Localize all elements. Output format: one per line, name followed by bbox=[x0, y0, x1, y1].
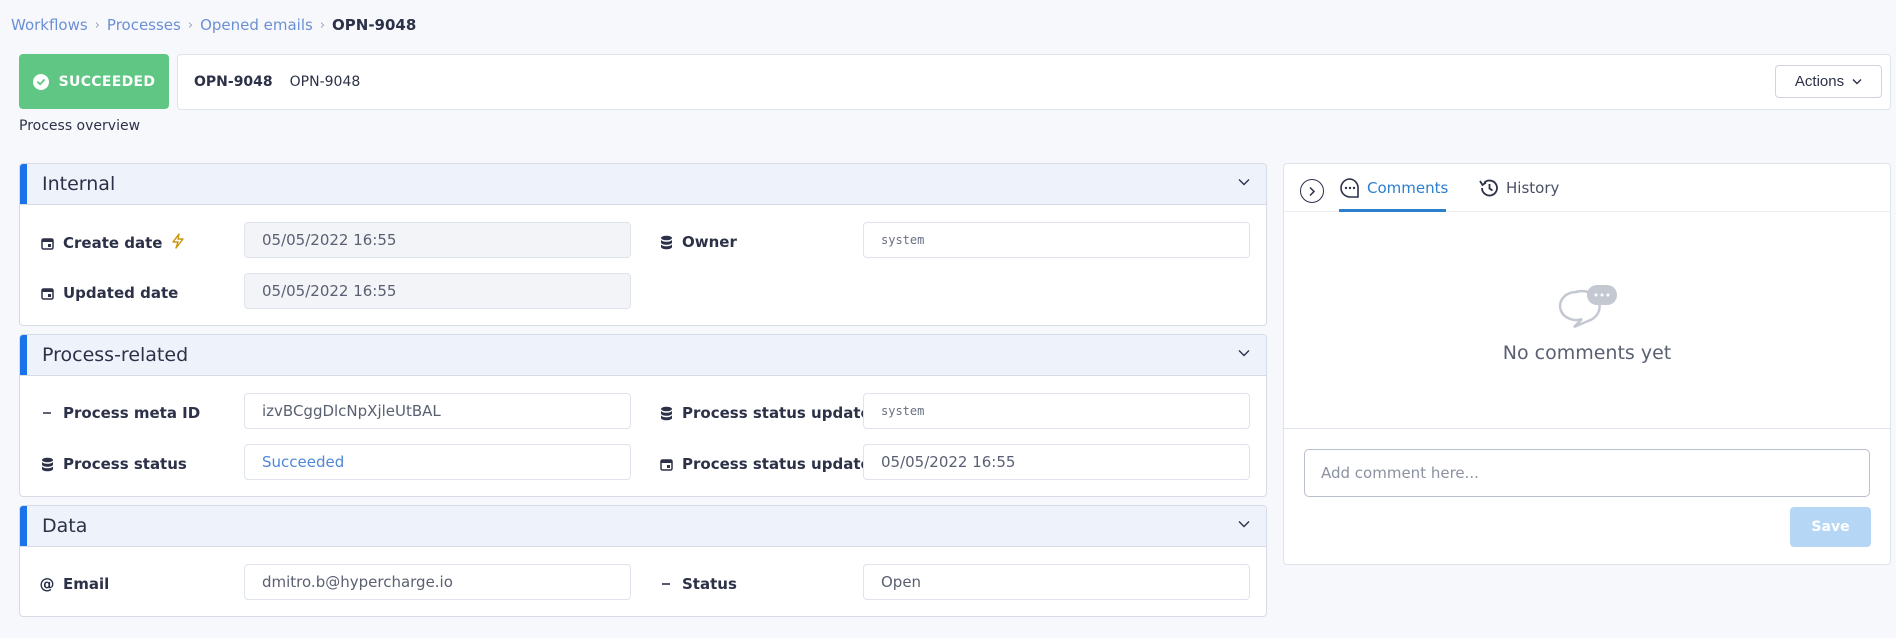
process-status-updated-at-label: Process status update... bbox=[659, 455, 888, 473]
updated-date-label-text: Updated date bbox=[63, 284, 179, 302]
section-title: Data bbox=[42, 515, 88, 537]
updated-date-field: 05/05/2022 16:55 bbox=[244, 273, 631, 309]
data-status-field[interactable]: Open bbox=[863, 564, 1250, 600]
section-process-related-header[interactable]: Process-related bbox=[20, 335, 1266, 376]
calendar-icon bbox=[40, 236, 54, 250]
breadcrumb-separator: › bbox=[187, 17, 194, 33]
process-status-field[interactable]: Succeeded bbox=[244, 444, 631, 480]
empty-comments-text: No comments yet bbox=[1502, 342, 1672, 364]
section-data: Data @ Email dmitro.b@hypercharge.io Sta… bbox=[19, 505, 1267, 617]
tab-history[interactable]: History bbox=[1478, 177, 1559, 199]
process-id: OPN-9048 bbox=[194, 74, 273, 90]
process-meta-id-field[interactable]: izvBCggDlcNpXjleUtBAL bbox=[244, 393, 631, 429]
breadcrumb-workflows[interactable]: Workflows bbox=[11, 16, 88, 34]
create-date-label: Create date bbox=[40, 233, 185, 253]
process-status-updated-at-label-text: Process status update... bbox=[682, 455, 888, 473]
breadcrumb: Workflows › Processes › Opened emails › … bbox=[11, 16, 416, 34]
tab-comments[interactable]: Comments bbox=[1339, 177, 1448, 199]
data-status-label-text: Status bbox=[682, 575, 737, 593]
chevron-down-icon[interactable] bbox=[1238, 349, 1250, 357]
owner-label-text: Owner bbox=[682, 233, 737, 251]
section-process-related: Process-related Process meta ID izvBCggD… bbox=[19, 334, 1267, 497]
breadcrumb-separator: › bbox=[94, 17, 100, 33]
section-internal-header[interactable]: Internal bbox=[20, 164, 1266, 205]
history-icon bbox=[1479, 179, 1498, 197]
active-tab-indicator bbox=[1339, 209, 1446, 212]
owner-label: Owner bbox=[659, 233, 737, 251]
chevron-right-icon bbox=[1309, 186, 1316, 196]
comment-icon bbox=[1340, 178, 1359, 198]
section-title: Process-related bbox=[42, 344, 189, 366]
process-name: OPN-9048 bbox=[289, 74, 361, 90]
panel-tabs: Comments History bbox=[1284, 164, 1890, 212]
process-status-label-text: Process status bbox=[63, 455, 187, 473]
empty-comments-state: No comments yet bbox=[1284, 284, 1890, 364]
process-status-updated-at-field[interactable]: 05/05/2022 16:55 bbox=[863, 444, 1250, 480]
at-sign-icon: @ bbox=[39, 575, 55, 593]
process-status-updated-by-field[interactable]: system bbox=[863, 393, 1250, 429]
database-icon bbox=[40, 457, 54, 471]
owner-field[interactable]: system bbox=[863, 222, 1250, 258]
breadcrumb-opened-emails[interactable]: Opened emails bbox=[200, 16, 313, 34]
email-label-text: Email bbox=[63, 575, 110, 593]
section-internal: Internal Create date 05/05/2022 16:55 Ow… bbox=[19, 163, 1267, 326]
process-header: OPN-9048 OPN-9048 Actions bbox=[177, 54, 1891, 110]
actions-button-label: Actions bbox=[1794, 73, 1845, 90]
actions-button[interactable]: Actions bbox=[1775, 65, 1882, 98]
chevron-down-icon[interactable] bbox=[1238, 520, 1250, 528]
breadcrumb-separator: › bbox=[319, 17, 326, 33]
chevron-down-icon bbox=[1852, 79, 1862, 85]
process-meta-id-label: Process meta ID bbox=[40, 404, 200, 422]
empty-comments-icon bbox=[1558, 285, 1617, 329]
database-icon bbox=[659, 406, 673, 420]
create-date-label-text: Create date bbox=[63, 234, 163, 252]
process-overview-label: Process overview bbox=[19, 118, 141, 134]
section-data-header[interactable]: Data bbox=[20, 506, 1266, 547]
save-comment-button[interactable]: Save bbox=[1790, 507, 1871, 547]
collapse-panel-button[interactable] bbox=[1300, 179, 1324, 203]
email-label: @ Email bbox=[39, 575, 110, 593]
process-meta-id-label-text: Process meta ID bbox=[63, 404, 201, 422]
process-status-updated-by-label: Process status update... bbox=[659, 404, 888, 422]
breadcrumb-current: OPN-9048 bbox=[332, 16, 417, 34]
updated-date-label: Updated date bbox=[40, 284, 178, 302]
process-status-label: Process status bbox=[40, 455, 187, 473]
process-status-updated-by-label-text: Process status update... bbox=[682, 404, 888, 422]
calendar-icon bbox=[659, 457, 673, 471]
comments-panel: Comments History No comments yet Save bbox=[1283, 163, 1891, 565]
status-badge-label: SUCCEEDED bbox=[58, 73, 156, 90]
dash-icon bbox=[659, 577, 673, 591]
tab-history-label: History bbox=[1506, 179, 1560, 197]
status-badge: SUCCEEDED bbox=[19, 54, 169, 109]
create-date-field: 05/05/2022 16:55 bbox=[244, 222, 631, 258]
check-circle-icon bbox=[32, 73, 49, 90]
dash-icon bbox=[40, 406, 54, 420]
email-field[interactable]: dmitro.b@hypercharge.io bbox=[244, 564, 631, 600]
breadcrumb-processes[interactable]: Processes bbox=[107, 16, 181, 34]
tab-comments-label: Comments bbox=[1367, 179, 1449, 197]
lightning-icon bbox=[171, 233, 185, 253]
comment-input[interactable] bbox=[1304, 449, 1870, 497]
divider bbox=[1284, 428, 1890, 429]
chevron-down-icon[interactable] bbox=[1238, 178, 1250, 186]
section-title: Internal bbox=[42, 173, 116, 195]
data-status-label: Status bbox=[659, 575, 737, 593]
calendar-icon bbox=[40, 286, 54, 300]
database-icon bbox=[659, 235, 673, 249]
